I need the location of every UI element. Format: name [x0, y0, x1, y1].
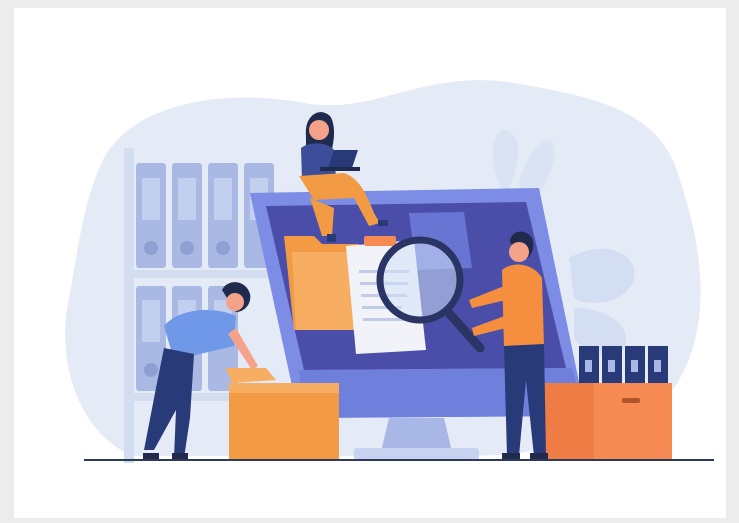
illustration-canvas [14, 8, 726, 518]
binder-icon [208, 163, 238, 268]
document-management-illustration [65, 80, 714, 463]
binder-icon [172, 163, 202, 268]
binder-icon [136, 163, 166, 268]
